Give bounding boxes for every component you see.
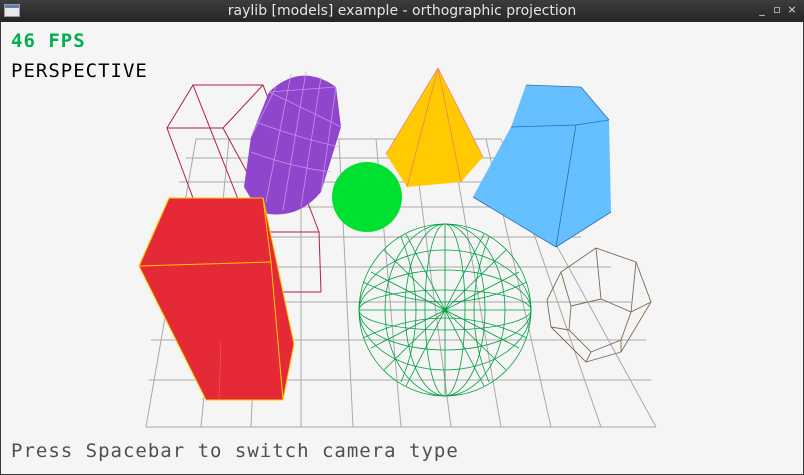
window-title: raylib [models] example - orthographic p… <box>227 3 577 19</box>
prism-blue <box>472 84 612 248</box>
render-canvas[interactable]: 46 FPS PERSPECTIVE Press Spacebar to swi… <box>1 22 803 474</box>
pyramid-yellow <box>385 67 484 188</box>
sphere-green-solid <box>332 162 402 232</box>
close-button[interactable]: × <box>786 4 798 16</box>
cylinder-purple <box>244 71 342 215</box>
cube-red <box>138 197 295 401</box>
instruction-text: Press Spacebar to switch camera type <box>11 440 459 462</box>
minimize-button[interactable]: _ <box>756 4 768 16</box>
sphere-green-wires <box>358 223 532 397</box>
hex-prism-wires <box>546 247 652 363</box>
fps-counter: 46 FPS <box>11 30 86 52</box>
scene-3d <box>138 67 657 428</box>
app-window: raylib [models] example - orthographic p… <box>0 0 804 475</box>
maximize-button[interactable]: ▫ <box>771 4 783 16</box>
camera-mode-label: PERSPECTIVE <box>11 60 148 82</box>
title-bar[interactable]: raylib [models] example - orthographic p… <box>0 0 804 22</box>
